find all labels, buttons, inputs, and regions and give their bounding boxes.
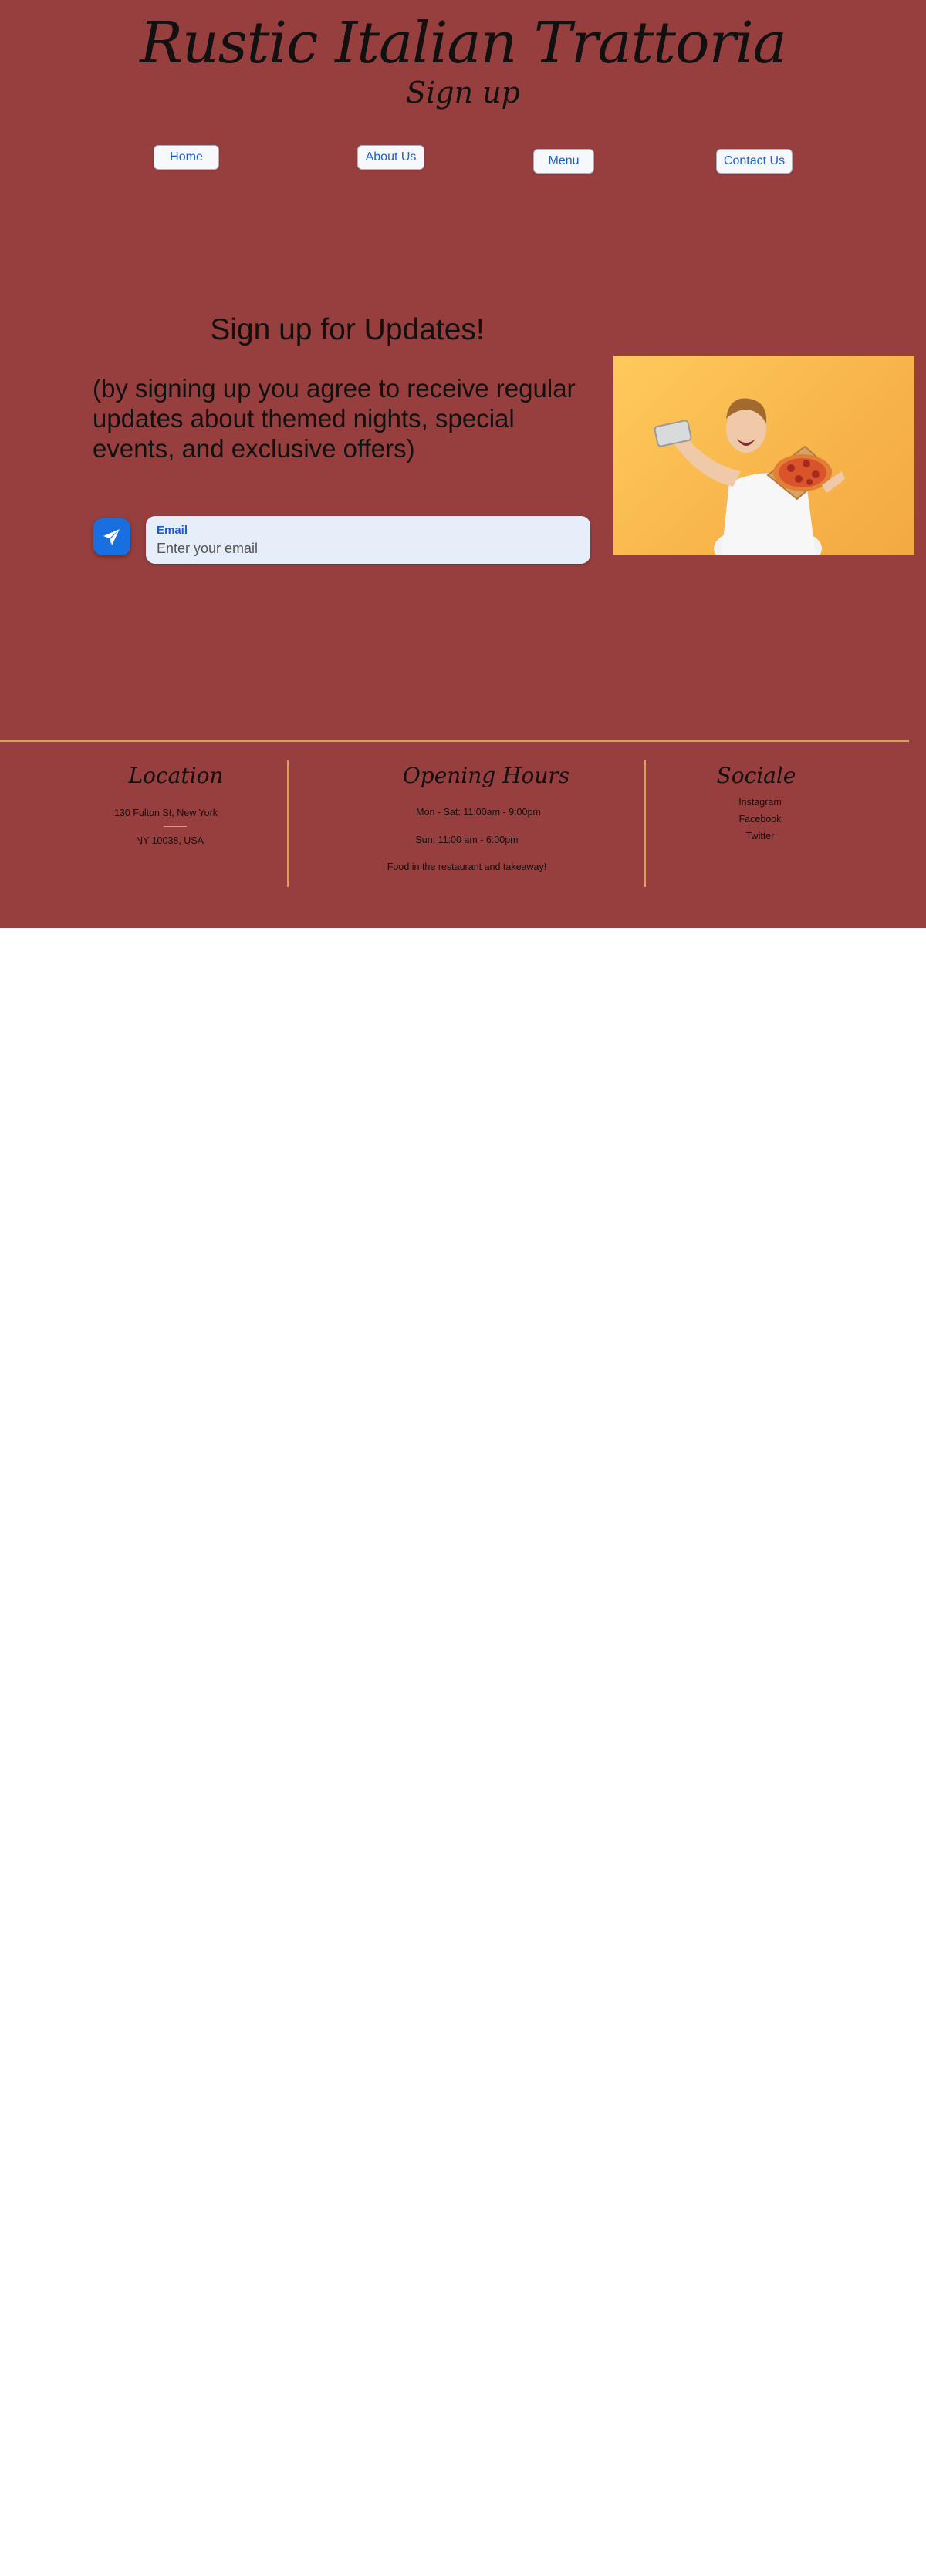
site-title: Rustic Italian Trattoria bbox=[140, 10, 786, 76]
location-separator bbox=[164, 826, 187, 827]
hours-sunday: Sun: 11:00 am - 6:00pm bbox=[415, 835, 519, 845]
nav-menu-button[interactable]: Menu bbox=[533, 149, 594, 174]
hours-weekdays: Mon - Sat: 11:00am - 9:00pm bbox=[416, 807, 541, 818]
nav-home-button[interactable]: Home bbox=[154, 145, 219, 170]
send-button[interactable] bbox=[93, 518, 130, 555]
footer-divider-line bbox=[0, 740, 909, 742]
opening-hours-title: Opening Hours bbox=[402, 763, 570, 788]
footer-column-separator-right bbox=[644, 760, 646, 887]
site-container: Rustic Italian Trattoria Sign up Home Ab… bbox=[0, 0, 926, 928]
page-subtitle: Sign up bbox=[406, 76, 520, 110]
email-label: Email bbox=[157, 524, 188, 537]
location-address-line2: NY 10038, USA bbox=[135, 835, 204, 846]
hero-image-pizza-selfie bbox=[613, 356, 914, 555]
footer-column-separator-left bbox=[287, 760, 289, 887]
social-link-twitter[interactable]: Twitter bbox=[718, 831, 803, 841]
socials-title: Sociale bbox=[716, 763, 796, 788]
social-link-facebook[interactable]: Facebook bbox=[718, 814, 803, 824]
social-link-instagram[interactable]: Instagram bbox=[718, 797, 803, 808]
nav-about-button[interactable]: About Us bbox=[357, 145, 424, 170]
location-address-line1: 130 Fulton St, New York bbox=[113, 808, 218, 818]
signup-heading: Sign up for Updates! bbox=[210, 313, 485, 346]
email-field[interactable]: Email bbox=[146, 516, 590, 564]
location-title: Location bbox=[128, 763, 224, 788]
nav-contact-button[interactable]: Contact Us bbox=[716, 149, 793, 174]
hours-note: Food in the restaurant and takeaway! bbox=[387, 861, 547, 872]
email-input[interactable] bbox=[157, 539, 573, 558]
signup-terms-note: (by signing up you agree to receive regu… bbox=[93, 374, 576, 463]
paper-plane-icon bbox=[103, 529, 120, 545]
